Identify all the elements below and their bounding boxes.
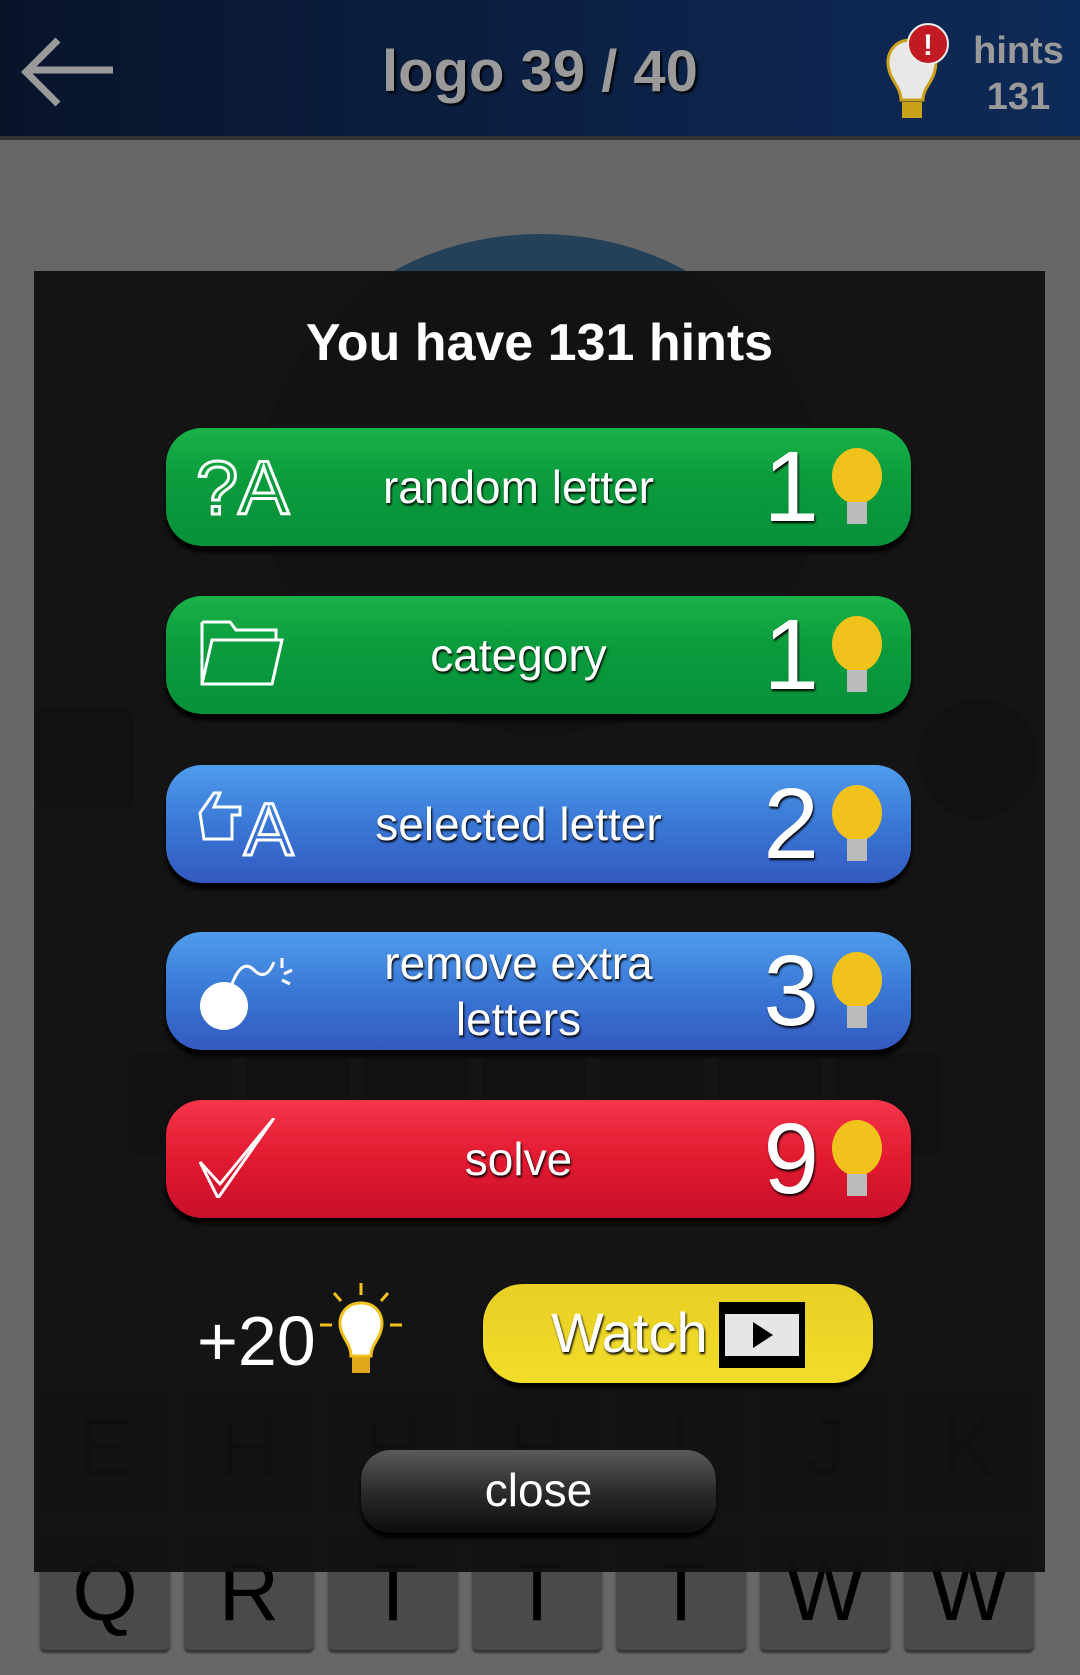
top-bar: logo 39 / 40 ! hints 131 bbox=[0, 0, 1080, 140]
lightbulb-icon bbox=[832, 785, 882, 861]
lightbulb-icon bbox=[832, 448, 882, 524]
hints-label: hints bbox=[973, 30, 1064, 72]
dialog-title: You have 131 hints bbox=[305, 314, 774, 372]
option-cost: 1 bbox=[763, 431, 819, 543]
option-label: category bbox=[430, 629, 607, 681]
category-button[interactable]: category 1 bbox=[166, 596, 911, 714]
option-label: remove extra letters bbox=[384, 937, 653, 1045]
option-cost: 9 bbox=[763, 1103, 819, 1215]
watch-label: Watch bbox=[551, 1301, 708, 1364]
hints-counter[interactable]: ! hints 131 bbox=[866, 20, 1066, 125]
folder-icon bbox=[200, 620, 284, 686]
bomb-icon bbox=[200, 958, 293, 1030]
svg-text:A: A bbox=[244, 788, 294, 863]
lightbulb-icon bbox=[320, 1283, 402, 1373]
option-cost: 2 bbox=[763, 768, 819, 880]
option-cost: 3 bbox=[763, 935, 819, 1047]
pointing-hand-letter-icon: A bbox=[198, 787, 296, 863]
close-button[interactable]: close bbox=[361, 1450, 716, 1533]
option-cost: 1 bbox=[763, 599, 819, 711]
svg-text:!: ! bbox=[923, 29, 933, 62]
remove-extra-letters-button[interactable]: remove extra letters 3 bbox=[166, 932, 911, 1050]
option-label: solve bbox=[464, 1133, 573, 1185]
random-letter-button[interactable]: ?A random letter 1 bbox=[166, 428, 911, 546]
hints-dialog: You have 131 hints ?A random letter 1 ca… bbox=[34, 271, 1045, 1572]
lightbulb-alert-icon: ! bbox=[886, 23, 949, 118]
lightbulb-icon bbox=[832, 616, 882, 692]
lightbulb-icon bbox=[832, 952, 882, 1028]
solve-button[interactable]: solve 9 bbox=[166, 1100, 911, 1218]
video-play-icon bbox=[719, 1302, 805, 1368]
watch-video-button[interactable]: Watch bbox=[483, 1284, 873, 1383]
reward-amount: +20 bbox=[197, 1302, 316, 1380]
question-letter-icon: ?A bbox=[196, 446, 291, 526]
selected-letter-button[interactable]: A selected letter 2 bbox=[166, 765, 911, 883]
option-label: selected letter bbox=[375, 798, 662, 850]
option-label: random letter bbox=[382, 461, 654, 513]
svg-text:?A: ?A bbox=[196, 446, 289, 526]
hints-count: 131 bbox=[986, 76, 1051, 118]
lightbulb-icon bbox=[832, 1120, 882, 1196]
checkmark-icon bbox=[198, 1118, 276, 1198]
